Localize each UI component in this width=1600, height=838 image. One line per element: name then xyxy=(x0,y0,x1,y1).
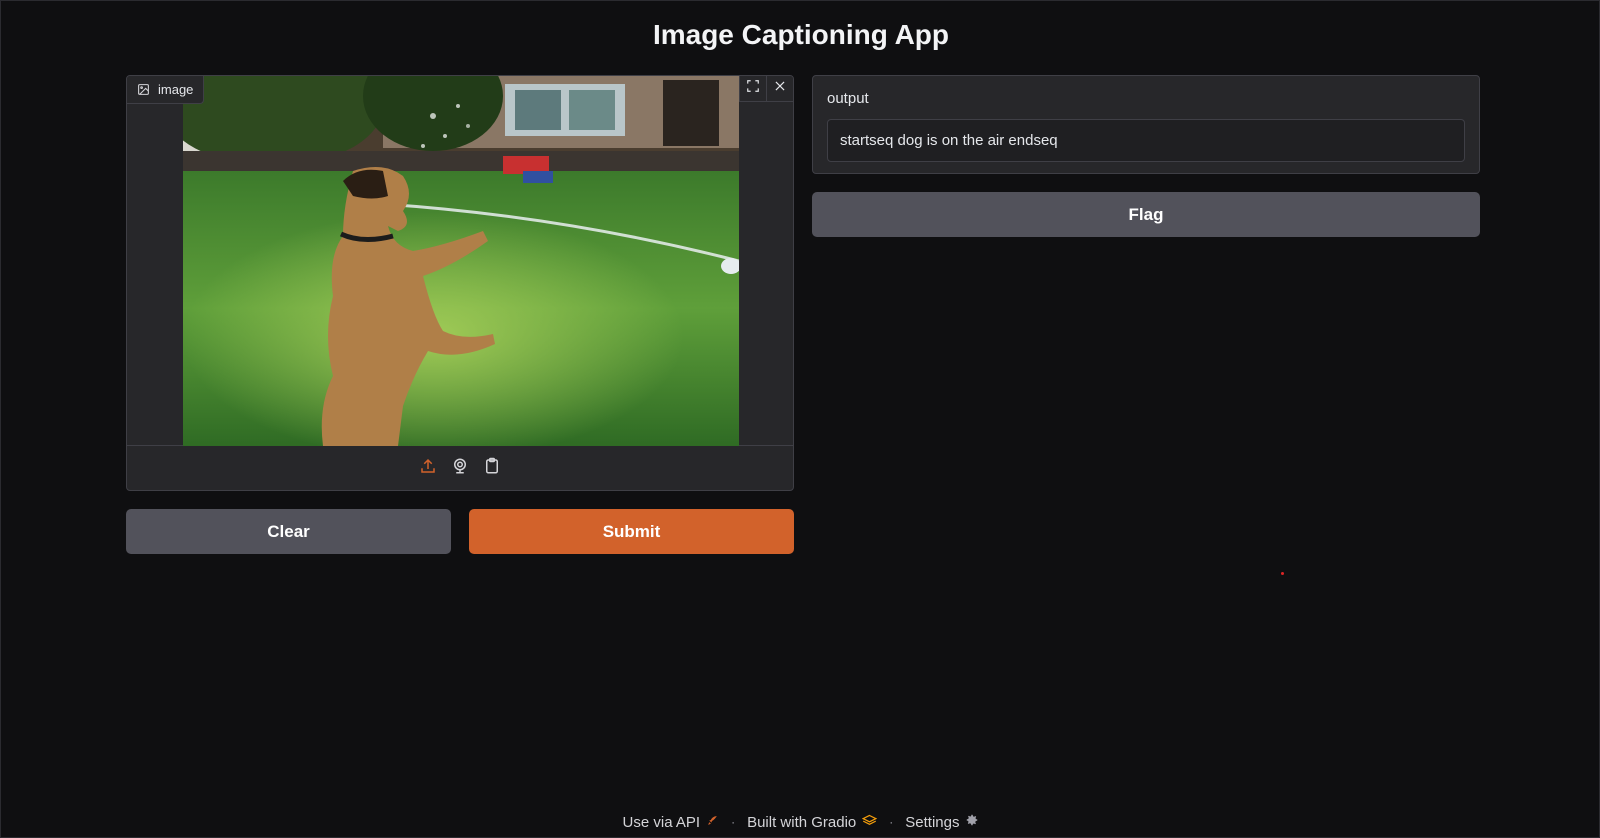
upload-source-button[interactable] xyxy=(417,457,439,479)
rocket-icon xyxy=(706,814,719,831)
cursor-dot xyxy=(1281,572,1284,575)
use-via-api-link[interactable]: Use via API xyxy=(623,814,720,831)
gear-icon xyxy=(965,813,979,831)
footer-separator: · xyxy=(889,815,894,829)
use-via-api-label: Use via API xyxy=(622,813,701,831)
close-icon xyxy=(773,79,787,98)
settings-label: Settings xyxy=(905,813,960,831)
output-label: output xyxy=(827,90,869,107)
image-icon xyxy=(137,83,150,96)
image-display-area[interactable] xyxy=(127,76,793,446)
page-title: Image Captioning App xyxy=(652,19,950,50)
page: Image Captioning App image Clear Submit … xyxy=(0,0,1600,838)
footer: Use via API · Built with Gradio · Settin… xyxy=(1,813,1600,831)
output-textbox[interactable]: startseq dog is on the air endseq xyxy=(827,119,1465,162)
footer-separator: · xyxy=(731,815,736,829)
gradio-logo-icon xyxy=(862,814,878,831)
remove-image-button[interactable] xyxy=(766,76,793,102)
upload-icon xyxy=(419,457,437,480)
webcam-source-button[interactable] xyxy=(449,457,471,479)
image-label: image xyxy=(127,76,205,104)
clear-button[interactable]: Clear xyxy=(126,509,451,554)
clipboard-source-button[interactable] xyxy=(481,457,503,479)
image-input-panel[interactable]: image xyxy=(126,75,794,491)
image-source-selector xyxy=(127,446,793,490)
flag-button[interactable]: Flag xyxy=(812,192,1480,237)
built-with-gradio-label: Built with Gradio xyxy=(747,813,857,831)
fullscreen-icon xyxy=(746,79,760,98)
image-tools xyxy=(739,76,793,102)
output-panel: output startseq dog is on the air endseq xyxy=(812,75,1480,174)
fullscreen-button[interactable] xyxy=(739,76,766,102)
clipboard-icon xyxy=(483,457,501,480)
settings-link[interactable]: Settings xyxy=(905,813,979,831)
submit-button[interactable]: Submit xyxy=(469,509,794,554)
uploaded-image xyxy=(183,76,739,446)
built-with-gradio-link[interactable]: Built with Gradio xyxy=(747,813,878,831)
webcam-icon xyxy=(451,457,469,480)
image-label-text: image xyxy=(158,82,194,97)
